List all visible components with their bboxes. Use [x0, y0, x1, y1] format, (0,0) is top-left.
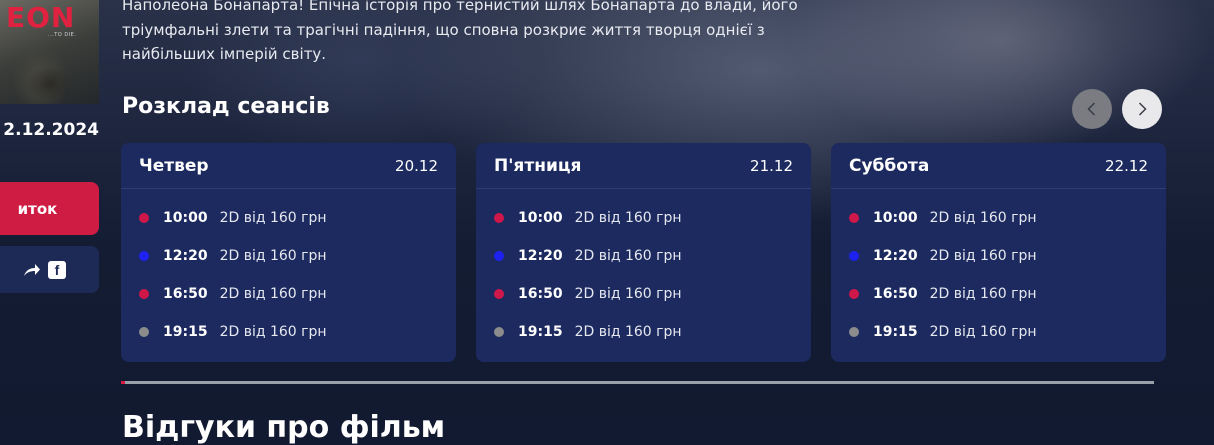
day-name: Четвер — [139, 155, 209, 176]
session-item[interactable]: 19:15 2D від 160 грн — [476, 313, 811, 351]
session-status-dot — [849, 213, 859, 223]
share-button[interactable]: f — [0, 246, 99, 293]
session-item[interactable]: 10:00 2D від 160 грн — [476, 199, 811, 237]
session-status-dot — [139, 289, 149, 299]
session-item[interactable]: 12:20 2D від 160 грн — [121, 237, 456, 275]
session-item[interactable]: 19:15 2D від 160 грн — [831, 313, 1166, 351]
session-list: 10:00 2D від 160 грн 12:20 2D від 160 гр… — [831, 189, 1166, 351]
chevron-left-icon — [1087, 102, 1096, 116]
session-info: 2D від 160 грн — [219, 324, 327, 340]
session-status-dot — [139, 327, 149, 337]
poster-tagline: ...TO DIE. — [48, 32, 77, 38]
session-time: 16:50 — [163, 286, 208, 302]
session-time: 12:20 — [163, 248, 208, 264]
buy-ticket-button[interactable]: иток — [0, 182, 99, 235]
day-date: 21.12 — [750, 156, 793, 175]
session-time: 16:50 — [518, 286, 563, 302]
session-status-dot — [139, 213, 149, 223]
facebook-icon[interactable]: f — [48, 260, 66, 279]
movie-description: Наполеона Бонапарта! Епічна історія про … — [122, 0, 798, 63]
session-info: 2D від 160 грн — [574, 248, 682, 264]
day-card: Суббота 22.12 10:00 2D від 160 грн 12:20… — [831, 143, 1166, 362]
day-card-header: Суббота 22.12 — [831, 143, 1166, 189]
poster-logo: EON — [6, 1, 76, 34]
buy-ticket-label: иток — [17, 199, 58, 218]
session-item[interactable]: 16:50 2D від 160 грн — [831, 275, 1166, 313]
session-item[interactable]: 16:50 2D від 160 грн — [121, 275, 456, 313]
session-time: 12:20 — [873, 248, 918, 264]
movie-poster[interactable]: EON ...TO DIE. 2.12.2024 — [0, 0, 99, 165]
session-info: 2D від 160 грн — [574, 324, 682, 340]
session-info: 2D від 160 грн — [219, 248, 327, 264]
share-arrow-icon — [24, 263, 40, 276]
session-info: 2D від 160 грн — [574, 286, 682, 302]
session-item[interactable]: 19:15 2D від 160 грн — [121, 313, 456, 351]
session-status-dot — [494, 213, 504, 223]
session-time: 10:00 — [163, 210, 208, 226]
session-info: 2D від 160 грн — [219, 210, 327, 226]
session-status-dot — [494, 251, 504, 261]
session-time: 19:15 — [163, 324, 208, 340]
session-time: 12:20 — [518, 248, 563, 264]
session-time: 19:15 — [873, 324, 918, 340]
session-status-dot — [849, 327, 859, 337]
section-divider-accent — [121, 381, 125, 384]
day-date: 22.12 — [1105, 156, 1148, 175]
session-status-dot — [494, 327, 504, 337]
session-time: 19:15 — [518, 324, 563, 340]
session-list: 10:00 2D від 160 грн 12:20 2D від 160 гр… — [121, 189, 456, 351]
release-date: 2.12.2024 — [3, 120, 99, 140]
session-item[interactable]: 12:20 2D від 160 грн — [476, 237, 811, 275]
session-info: 2D від 160 грн — [574, 210, 682, 226]
day-name: П'ятниця — [494, 155, 582, 176]
session-item[interactable]: 12:20 2D від 160 грн — [831, 237, 1166, 275]
session-status-dot — [849, 289, 859, 299]
day-card: П'ятниця 21.12 10:00 2D від 160 грн 12:2… — [476, 143, 811, 362]
session-status-dot — [494, 289, 504, 299]
session-item[interactable]: 16:50 2D від 160 грн — [476, 275, 811, 313]
day-card-header: Четвер 20.12 — [121, 143, 456, 189]
poster-figure — [10, 60, 90, 104]
section-divider — [121, 381, 1154, 384]
session-info: 2D від 160 грн — [929, 324, 1037, 340]
day-name: Суббота — [849, 155, 930, 176]
session-status-dot — [139, 251, 149, 261]
schedule-prev-button[interactable] — [1072, 89, 1112, 129]
day-card-header: П'ятниця 21.12 — [476, 143, 811, 189]
session-list: 10:00 2D від 160 грн 12:20 2D від 160 гр… — [476, 189, 811, 351]
session-status-dot — [849, 251, 859, 261]
session-time: 10:00 — [873, 210, 918, 226]
session-time: 10:00 — [518, 210, 563, 226]
day-card: Четвер 20.12 10:00 2D від 160 грн 12:20 … — [121, 143, 456, 362]
session-info: 2D від 160 грн — [929, 248, 1037, 264]
session-info: 2D від 160 грн — [929, 210, 1037, 226]
schedule-next-button[interactable] — [1122, 89, 1162, 129]
chevron-right-icon — [1138, 102, 1147, 116]
reviews-title: Відгуки про фільм — [122, 410, 446, 445]
schedule-title: Розклад сеансів — [122, 94, 330, 119]
session-info: 2D від 160 грн — [219, 286, 327, 302]
session-item[interactable]: 10:00 2D від 160 грн — [831, 199, 1166, 237]
day-date: 20.12 — [395, 156, 438, 175]
session-info: 2D від 160 грн — [929, 286, 1037, 302]
session-item[interactable]: 10:00 2D від 160 грн — [121, 199, 456, 237]
session-time: 16:50 — [873, 286, 918, 302]
